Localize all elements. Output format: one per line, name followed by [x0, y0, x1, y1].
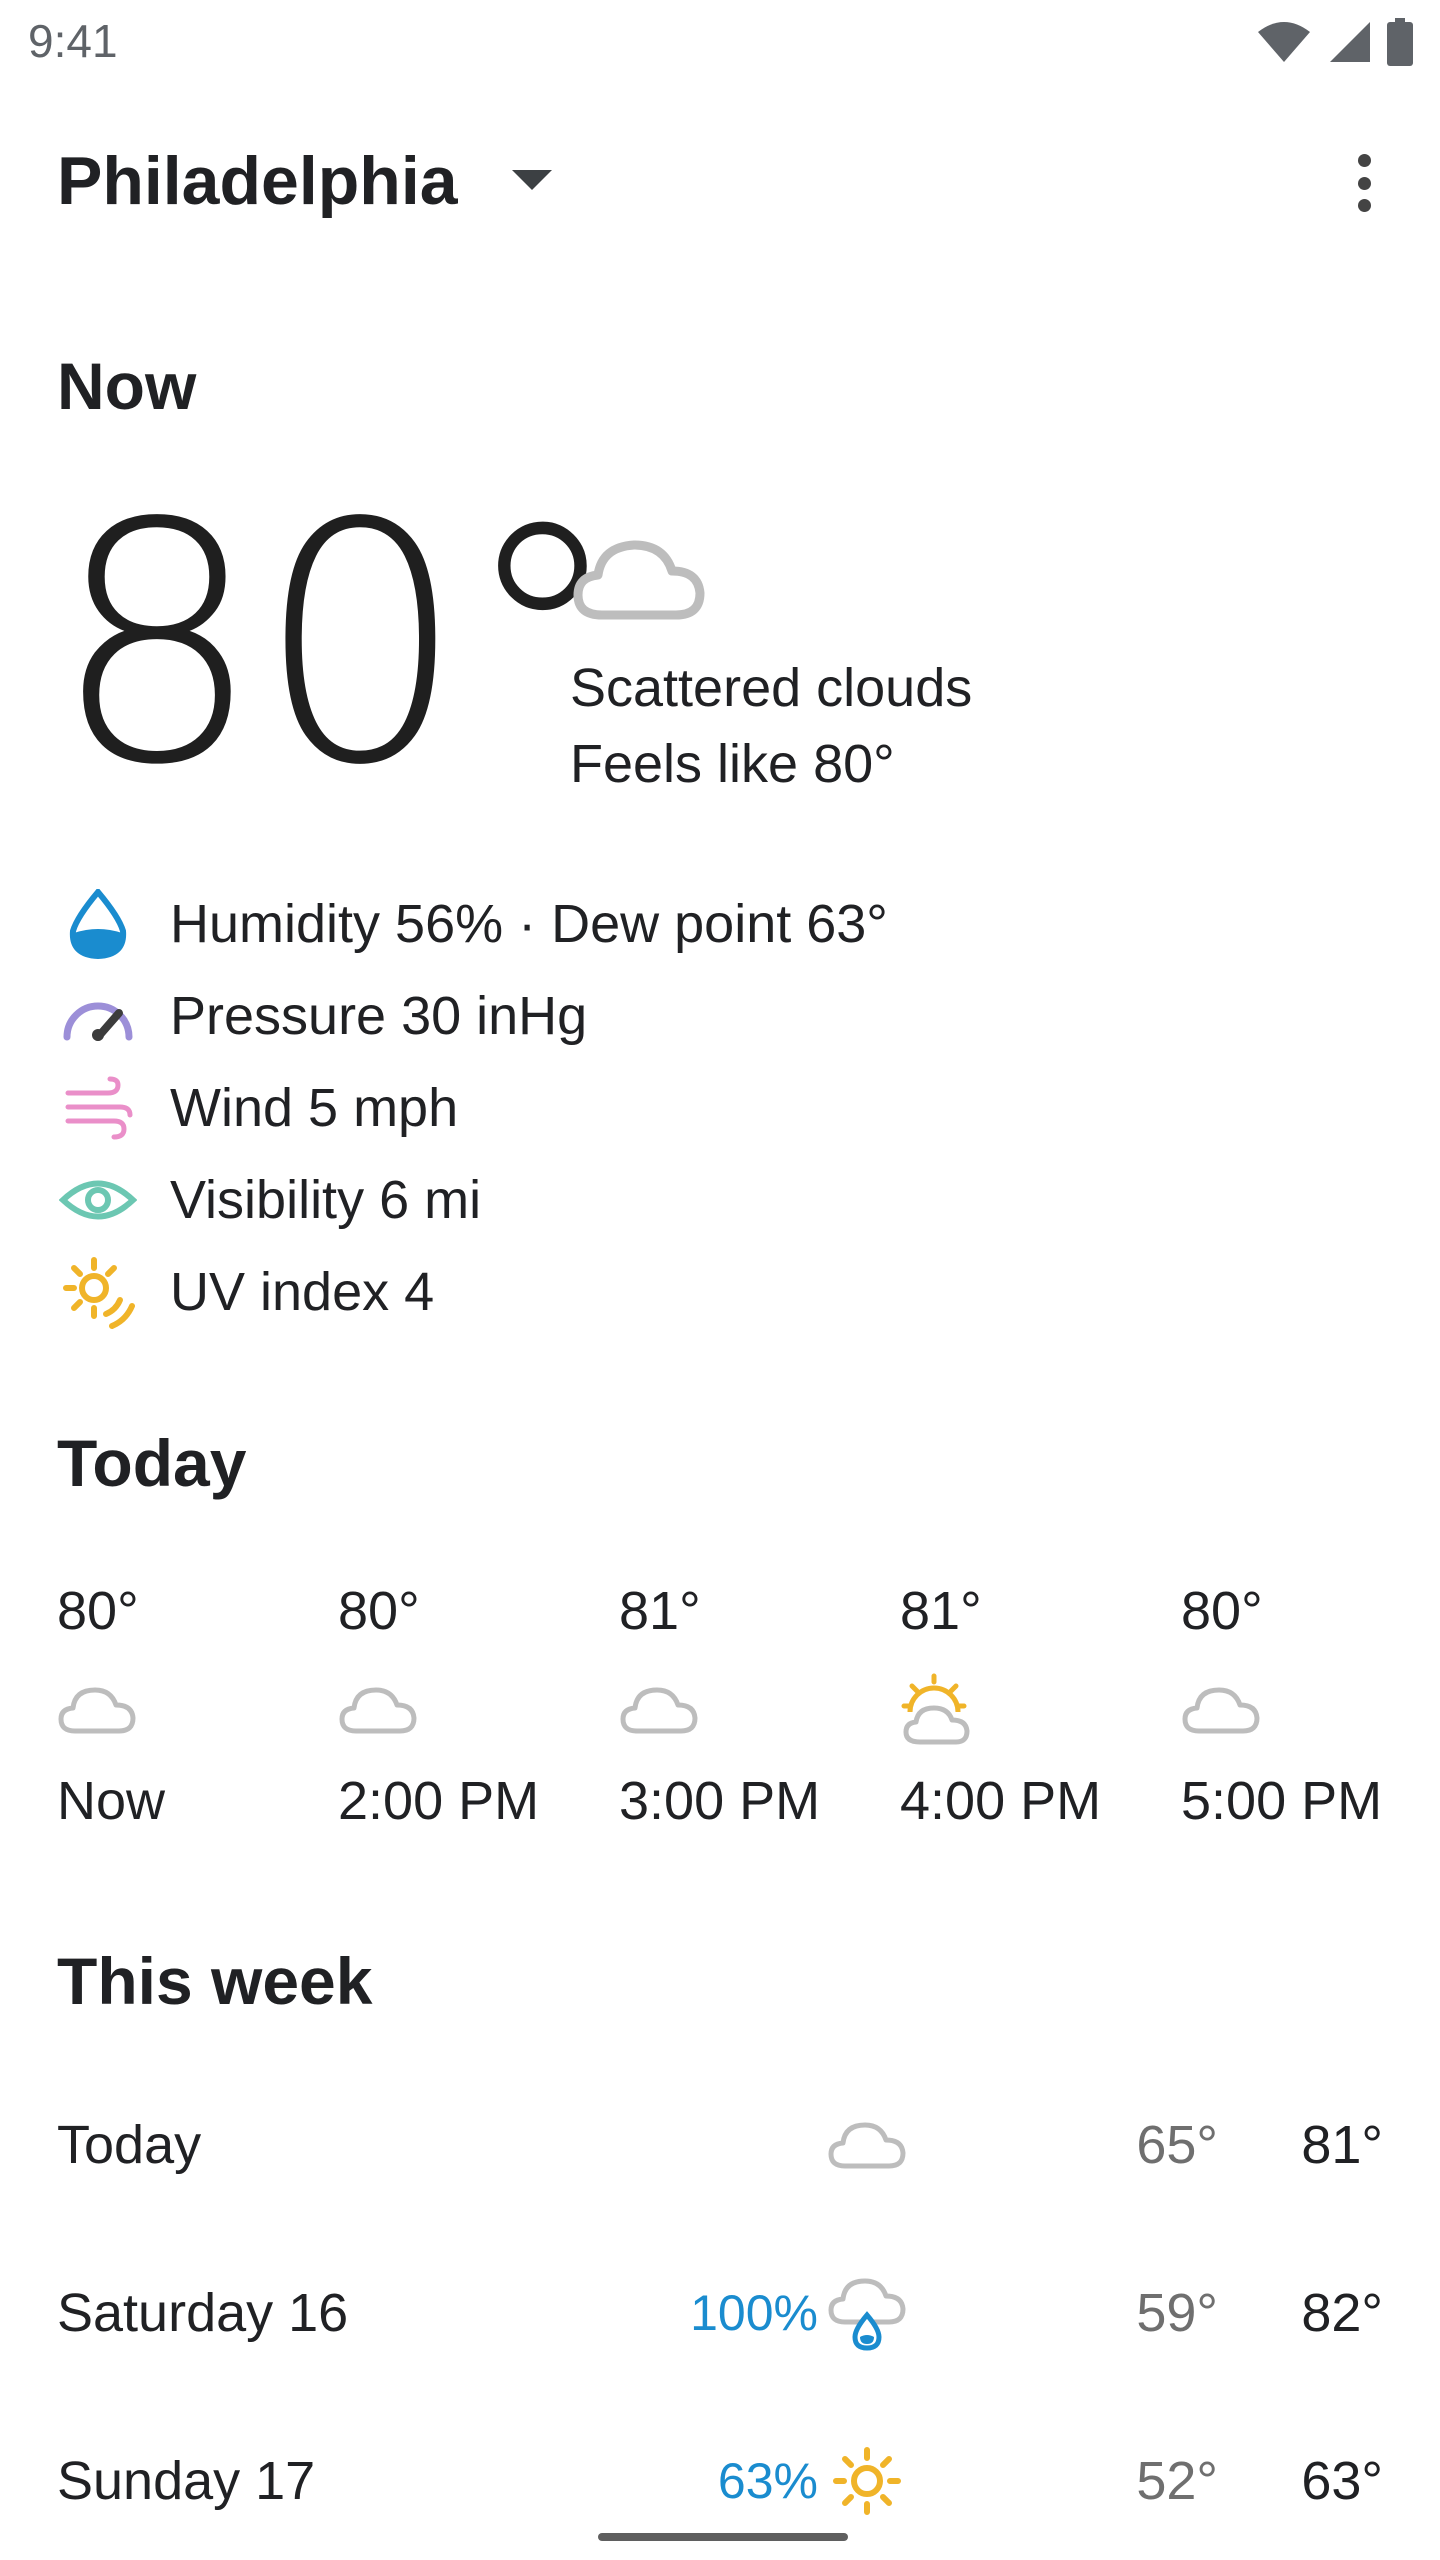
high-temp: 81°	[1301, 2115, 1383, 2175]
hourly-item: 80° 2:00 PM	[338, 1580, 619, 1832]
visibility-row: Visibility 6 mi	[58, 1154, 888, 1246]
hourly-temp: 81°	[900, 1581, 982, 1641]
wind-row: Wind 5 mph	[58, 1062, 888, 1154]
hourly-item: 80° 5:00 PM	[1181, 1580, 1440, 1832]
humidity-row: Humidity 56% · Dew point 63°	[58, 878, 888, 970]
precip-chance: 63%	[717, 2453, 818, 2509]
hourly-label: 4:00 PM	[900, 1771, 1102, 1831]
wind-icon	[65, 1076, 133, 1140]
feels-like-text: Feels like 80°	[570, 734, 895, 794]
more-vert-icon	[1357, 154, 1371, 167]
hourly-temp: 80°	[57, 1581, 139, 1641]
hourly-forecast[interactable]: 80° Now 80° 2:00 PM 81° 3:00 PM 81° 4:00…	[57, 1580, 1440, 1832]
partly-sunny-icon	[901, 1673, 970, 1745]
cloud-icon	[828, 2122, 906, 2169]
hourly-item: 81° 4:00 PM	[900, 1580, 1181, 1832]
sun-icon	[833, 2447, 901, 2515]
current-temperature: 80°	[52, 453, 625, 837]
arrow-drop-down-icon	[511, 170, 552, 190]
cloud-icon	[1182, 1687, 1260, 1734]
rain-cloud-icon	[828, 2278, 906, 2351]
hourly-item: 80° Now	[57, 1580, 338, 1832]
daily-row-saturday[interactable]: Saturday 16 100% 59° 82°	[57, 2258, 1383, 2368]
home-indicator[interactable]	[598, 2533, 848, 2541]
daily-row-sunday[interactable]: Sunday 17 63% 52° 63°	[57, 2426, 1383, 2536]
hourly-item: 81° 3:00 PM	[619, 1580, 900, 1832]
location-name: Philadelphia	[57, 143, 458, 219]
day-label: Sunday 17	[57, 2451, 316, 2511]
high-temp: 63°	[1301, 2451, 1383, 2511]
status-time: 9:41	[28, 15, 118, 67]
week-section-title: This week	[57, 1944, 373, 2018]
cloud-icon	[620, 1687, 698, 1734]
cloud-icon	[58, 1687, 136, 1734]
low-temp: 65°	[1136, 2115, 1218, 2175]
hourly-label: 5:00 PM	[1181, 1771, 1383, 1831]
status-icons	[1256, 18, 1414, 66]
visibility-eye-icon	[59, 1180, 137, 1220]
hourly-label: Now	[57, 1771, 166, 1831]
battery-icon	[1387, 18, 1413, 66]
location-selector[interactable]: Philadelphia	[57, 142, 552, 220]
precip-chance: 100%	[690, 2285, 818, 2341]
uv-sun-icon	[63, 1257, 135, 1329]
today-section-title: Today	[57, 1426, 247, 1500]
condition-text: Scattered clouds	[570, 658, 973, 718]
hourly-label: 2:00 PM	[338, 1771, 540, 1831]
pressure-text: Pressure 30 inHg	[170, 986, 588, 1046]
weather-details: Humidity 56% · Dew point 63° Pressure 30…	[58, 878, 888, 1338]
wind-text: Wind 5 mph	[170, 1078, 459, 1138]
wifi-icon	[1258, 22, 1310, 62]
low-temp: 59°	[1136, 2283, 1218, 2343]
pressure-gauge-icon	[63, 1002, 133, 1041]
high-temp: 82°	[1301, 2283, 1383, 2343]
hourly-temp: 80°	[1181, 1581, 1263, 1641]
humidity-drop-icon	[69, 889, 127, 959]
signal-icon	[1330, 22, 1370, 62]
day-label: Today	[57, 2115, 202, 2175]
now-section-title: Now	[57, 349, 197, 423]
humidity-text: Humidity 56% · Dew point 63°	[170, 894, 888, 954]
visibility-text: Visibility 6 mi	[170, 1170, 482, 1230]
current-conditions: Scattered clouds Feels like 80°	[570, 650, 972, 802]
pressure-row: Pressure 30 inHg	[58, 970, 888, 1062]
daily-row-today[interactable]: Today 65° 81°	[57, 2090, 1383, 2200]
more-options-button[interactable]	[1334, 148, 1394, 218]
uv-row: UV index 4	[58, 1246, 888, 1338]
low-temp: 52°	[1136, 2451, 1218, 2511]
cloud-icon	[573, 540, 705, 620]
hourly-temp: 81°	[619, 1581, 701, 1641]
hourly-label: 3:00 PM	[619, 1771, 821, 1831]
cloud-icon	[339, 1687, 417, 1734]
uv-text: UV index 4	[170, 1262, 435, 1322]
day-label: Saturday 16	[57, 2283, 349, 2343]
hourly-temp: 80°	[338, 1581, 420, 1641]
